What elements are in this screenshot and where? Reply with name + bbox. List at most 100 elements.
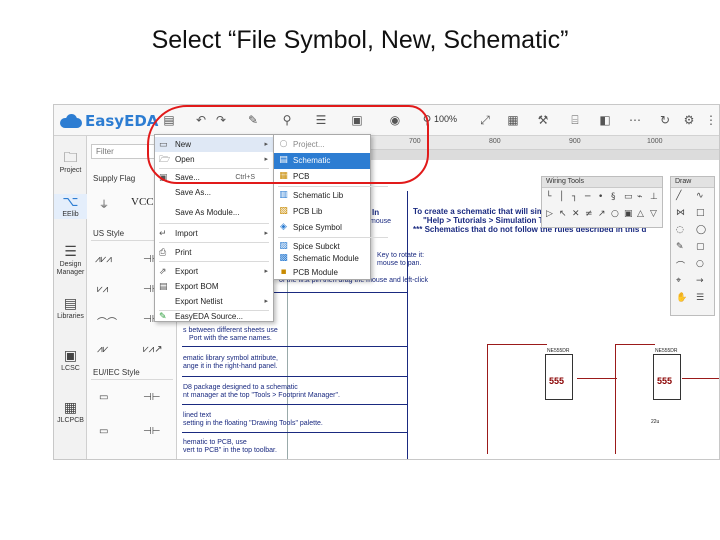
pin-icon[interactable]: ↖ (559, 209, 567, 219)
menu-item-print[interactable]: ⎙ Print (155, 245, 273, 260)
menu-separator (159, 223, 269, 224)
eu-capacitor-icon[interactable]: ⊣⊢ (143, 392, 160, 403)
bezier-icon[interactable]: ∿ (696, 191, 704, 201)
libraries-icon: ▤ (63, 296, 78, 312)
jlcpcb-icon: ▦ (63, 400, 78, 416)
ground-icon[interactable]: ⊥ (650, 192, 658, 202)
schematic-lib-icon: ▥ (279, 190, 288, 200)
ground-symbol-icon[interactable]: ⏚ (99, 196, 109, 211)
left-nav-rail: 🗀 Project ⌥ EElib ☰ Design Manager ▤ Lib… (54, 136, 87, 459)
eu-capacitor-2-icon[interactable]: ⊣⊢ (143, 426, 160, 437)
arc2-icon[interactable]: ⌒ (676, 259, 685, 272)
target-icon[interactable]: ⌖ (676, 276, 681, 286)
hint-rule (182, 432, 407, 433)
circle-tool-icon[interactable]: ○ (611, 209, 619, 219)
lcsc-icon: ▣ (63, 348, 78, 364)
hint-heading: In (372, 208, 380, 217)
rheostat-icon[interactable]: ⩗⩘↗ (143, 344, 163, 355)
ellipse-icon[interactable]: ◯ (696, 225, 706, 235)
vcc-symbol[interactable]: VCC (131, 196, 154, 208)
menu-item-save-as-module[interactable]: Save As Module... (155, 205, 273, 220)
junction-icon[interactable]: • (598, 192, 603, 202)
up-arrow-icon[interactable]: △ (637, 209, 644, 219)
submenu-item-pcb-lib[interactable]: ▧ PCB Lib (274, 204, 370, 220)
bus-entry-icon[interactable]: ┐ (572, 192, 577, 202)
submenu-item-spice-symbol[interactable]: ◈ Spice Symbol (274, 220, 370, 236)
circle-icon[interactable]: ○ (696, 259, 704, 269)
vcc-tool-icon[interactable]: ▷ (546, 209, 553, 219)
zoom-level[interactable]: 100% (434, 114, 457, 124)
hint-divider (407, 191, 408, 459)
cap-label: 22u (651, 419, 660, 425)
wire[interactable] (615, 344, 616, 454)
probe-icon[interactable]: ↗ (598, 209, 606, 219)
freehand-icon[interactable]: ✎ (676, 242, 684, 252)
wire[interactable] (487, 344, 547, 345)
line-draw-icon[interactable]: ╱ (676, 191, 681, 201)
wire[interactable] (487, 344, 488, 454)
rail-item-eelib[interactable]: ⌥ EElib (54, 194, 87, 219)
bus-tool-icon[interactable]: │ (559, 192, 564, 202)
netport-icon[interactable]: ▭ (624, 192, 633, 202)
settings-dots-icon[interactable]: ⋯ (628, 113, 642, 127)
hint-text: vert to PCB" in the top toolbar. (183, 447, 277, 454)
bom-icon[interactable]: ⌸ (568, 113, 582, 127)
resistor-icon[interactable]: ⩘⩗⩘ (95, 254, 112, 265)
schematic-module-icon: ▩ (279, 253, 288, 263)
part-label: NE555DR (655, 348, 678, 354)
rail-item-lcsc[interactable]: ▣ LCSC (54, 348, 87, 373)
more-icon[interactable]: ⋮ (704, 113, 718, 127)
menu-item-export-bom[interactable]: ▤ Export BOM (155, 279, 273, 294)
no-connect-icon[interactable]: ✕ (572, 209, 580, 219)
gear-icon[interactable]: ⚙ (682, 113, 696, 127)
eu-resistor-icon[interactable]: ▭ (99, 392, 108, 403)
hint-text: setting in the floating "Drawing Tools" … (183, 420, 323, 427)
line-tool-icon[interactable]: ─ (585, 192, 590, 202)
rail-item-design-manager[interactable]: ☰ Design Manager (54, 244, 87, 277)
fit-icon[interactable]: ⤢ (478, 113, 492, 127)
history-icon[interactable]: ↻ (658, 113, 672, 127)
sheet-icon[interactable]: ▣ (624, 209, 633, 219)
pcb-lib-icon: ▧ (279, 206, 288, 216)
source-icon: ✎ (159, 312, 167, 322)
menu-separator (278, 186, 388, 187)
tool-icon[interactable]: ⚒ (536, 113, 550, 127)
wire-tool-icon[interactable]: └ (546, 192, 551, 202)
hint-rule (182, 346, 407, 347)
rail-item-project[interactable]: 🗀 Project (54, 150, 87, 175)
voltage-probe-icon[interactable]: ⌁ (637, 192, 642, 202)
board-icon[interactable]: ▦ (506, 113, 520, 127)
menu-item-save-as[interactable]: Save As... (155, 185, 273, 200)
non-electrical-icon[interactable]: ≠ (585, 209, 593, 219)
variable-resistor-icon[interactable]: ⩘⩗ (97, 344, 108, 355)
polygon-icon[interactable]: ◌ (676, 225, 684, 235)
cloud-icon (60, 114, 82, 128)
square-icon[interactable]: ▢ (696, 242, 705, 252)
menu-item-export-netlist[interactable]: Export Netlist ▸ (155, 294, 273, 309)
potentiometer-icon[interactable]: ⩗⩘ (97, 284, 108, 295)
netlabel-icon[interactable]: § (611, 192, 616, 202)
menu-item-export[interactable]: ⇗ Export ▸ (155, 264, 273, 279)
menu-item-import[interactable]: ↵ Import ▸ (155, 226, 273, 241)
hand-icon[interactable]: ✋ (676, 293, 687, 303)
import-icon: ↵ (159, 229, 167, 239)
arc-icon[interactable]: ⋈ (676, 208, 685, 218)
theme-icon[interactable]: ◧ (598, 113, 612, 127)
down-arrow-icon[interactable]: ▽ (650, 209, 657, 219)
eu-resistor-2-icon[interactable]: ▭ (99, 426, 108, 437)
wire[interactable] (615, 344, 655, 345)
rail-item-libraries[interactable]: ▤ Libraries (54, 296, 87, 321)
menu-lines-icon[interactable]: ☰ (696, 293, 704, 303)
submenu-item-schematic-lib[interactable]: ▥ Schematic Lib (274, 188, 370, 204)
rail-item-jlcpcb[interactable]: ▦ JLCPCB (54, 400, 87, 425)
submenu-item-pcb-module[interactable]: ▪ PCB Module (274, 265, 370, 281)
rectangle-icon[interactable]: □ (696, 208, 705, 218)
menu-item-easyeda-source[interactable]: ✎ EasyEDA Source... (155, 309, 273, 324)
wire[interactable] (577, 378, 617, 379)
arrow-icon[interactable]: → (696, 276, 704, 286)
annotation-highlight-oval (147, 105, 429, 184)
chevron-right-icon: ▸ (264, 298, 268, 305)
hint-text: mouse (370, 218, 392, 225)
wire[interactable] (682, 378, 719, 379)
inductor-icon[interactable]: ⌒⌒ (97, 314, 117, 329)
